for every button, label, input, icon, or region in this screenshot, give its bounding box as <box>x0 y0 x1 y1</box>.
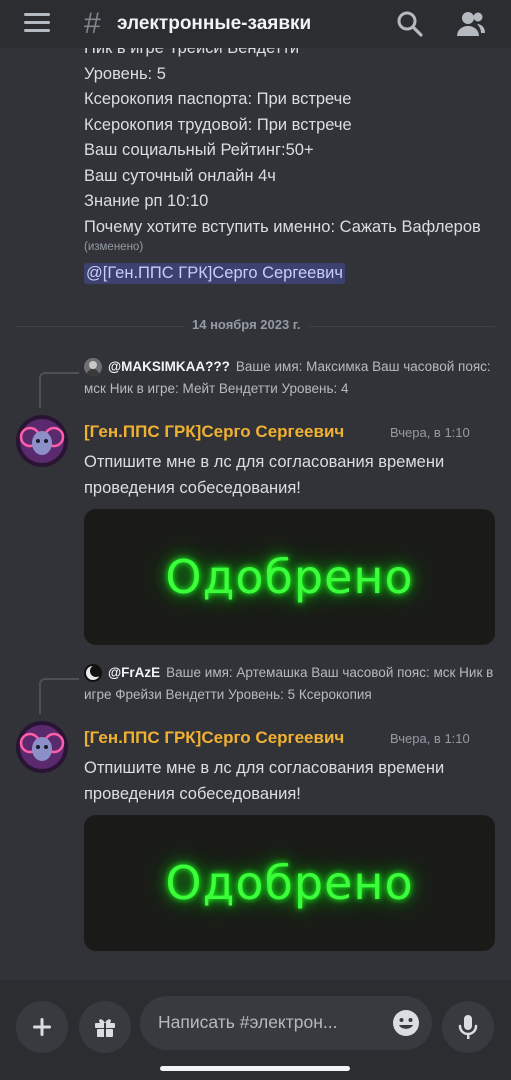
reply-preview[interactable]: @FrAzE Ваше имя: Артемашка Ваш часовой по… <box>84 662 494 706</box>
reply-connector <box>39 372 79 408</box>
members-icon[interactable] <box>456 10 486 38</box>
home-indicator <box>160 1066 350 1071</box>
message-line: Почему хотите вступить именно: Сажать Ва… <box>84 217 481 236</box>
voice-message-button[interactable] <box>442 1001 494 1053</box>
message-timestamp: Вчера, в 1:10 <box>390 425 470 440</box>
message: @FrAzE Ваше имя: Артемашка Ваш часовой по… <box>0 660 511 960</box>
message-image[interactable]: Одобрено <box>84 509 495 645</box>
gift-button[interactable] <box>79 1001 131 1053</box>
message-text: Отпишите мне в лс для согласования време… <box>84 453 445 497</box>
message-image[interactable]: Одобрено <box>84 815 495 951</box>
message-line: Ксерокопия паспорта: При встрече <box>84 90 352 108</box>
plus-icon <box>33 1018 51 1036</box>
edited-label: (изменено) <box>84 241 144 253</box>
microphone-icon <box>458 1015 478 1039</box>
approved-image-text: Одобрено <box>165 550 414 604</box>
message-line: Знание рп 10:10 <box>84 192 209 210</box>
previous-message-content: Ник в игре Трейси Вендетти Уровень: 5 Кс… <box>84 48 504 284</box>
message-text: Отпишите мне в лс для согласования време… <box>84 759 445 803</box>
avatar[interactable] <box>16 415 68 467</box>
user-mention[interactable]: @[Ген.ППС ГРК]Серго Сергеевич <box>84 263 345 284</box>
message-line: Ксерокопия трудовой: При встрече <box>84 115 352 134</box>
reply-preview[interactable]: @MAKSIMKAA??? Ваше имя: Максимка Ваш часо… <box>84 356 494 400</box>
date-divider: 14 ноября 2023 г. <box>184 317 309 332</box>
emoji-icon[interactable] <box>392 1009 420 1037</box>
message-timestamp: Вчера, в 1:10 <box>390 731 470 746</box>
message-author[interactable]: [Ген.ППС ГРК]Серго Сергеевич <box>84 422 344 442</box>
reply-author[interactable]: @MAKSIMKAA??? <box>108 359 230 374</box>
message-line: Ник в игре Трейси Вендетти <box>84 48 300 57</box>
menu-icon[interactable] <box>24 13 50 33</box>
search-icon[interactable] <box>396 10 424 38</box>
message-input-placeholder: Написать #электрон... <box>158 1012 338 1032</box>
gift-icon <box>95 1019 115 1037</box>
approved-image-text: Одобрено <box>165 856 414 910</box>
reply-author[interactable]: @FrAzE <box>108 665 160 680</box>
message-line: Ваш суточный онлайн 4ч <box>84 166 276 185</box>
message-author[interactable]: [Ген.ППС ГРК]Серго Сергеевич <box>84 728 344 748</box>
reply-connector <box>39 678 79 714</box>
message-input[interactable]: Написать #электрон... <box>140 996 432 1050</box>
message-line: Уровень: 5 <box>84 64 166 83</box>
avatar[interactable] <box>16 721 68 773</box>
channel-hash-icon: # <box>84 7 101 40</box>
channel-header: # электронные-заявки <box>0 0 511 48</box>
composer-bar: Написать #электрон... <box>0 980 511 1080</box>
message-line: Ваш социальный Рейтинг:50+ <box>84 141 314 159</box>
channel-title: электронные-заявки <box>117 13 312 34</box>
message-list[interactable]: Ник в игре Трейси Вендетти Уровень: 5 Кс… <box>0 48 511 980</box>
message: @MAKSIMKAA??? Ваше имя: Максимка Ваш часо… <box>0 354 511 654</box>
add-attachment-button[interactable] <box>16 1001 68 1053</box>
